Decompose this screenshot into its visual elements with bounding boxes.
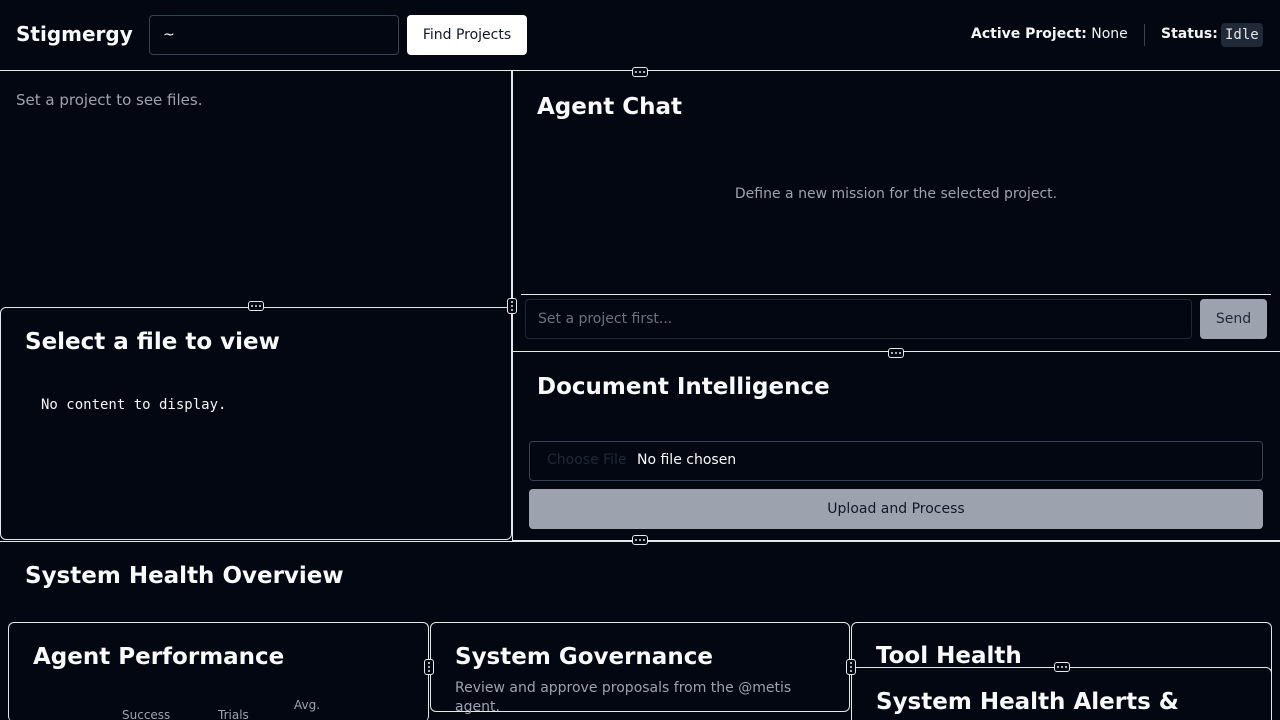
file-viewer-title: Select a file to view: [25, 329, 280, 355]
agent-chat-title: Agent Chat: [537, 94, 683, 120]
resize-handle-icon[interactable]: [632, 535, 648, 545]
agent-performance-title: Agent Performance: [33, 644, 285, 670]
status-badge: Idle: [1221, 23, 1263, 47]
file-list-empty-message: Set a project to see files.: [16, 91, 203, 109]
find-projects-button[interactable]: Find Projects: [407, 15, 527, 55]
header-divider: [1144, 24, 1145, 46]
column-header-avg: Avg.: [294, 698, 321, 712]
resize-handle-icon[interactable]: [248, 301, 264, 311]
tool-health-title: Tool Health: [876, 643, 1022, 669]
system-governance-title: System Governance: [455, 644, 713, 670]
choose-file-button[interactable]: Choose File: [547, 452, 627, 468]
active-project-value: None: [1091, 26, 1128, 42]
upload-and-process-button[interactable]: Upload and Process: [529, 489, 1263, 529]
status-indicator: Status:: [1161, 26, 1218, 42]
chat-message-input[interactable]: [525, 299, 1192, 339]
no-file-chosen-label: No file chosen: [637, 452, 737, 468]
resize-handle-icon[interactable]: [1054, 662, 1070, 672]
resize-handle-icon[interactable]: [632, 67, 648, 77]
active-project-label: Active Project:: [971, 26, 1087, 42]
active-project-indicator: Active Project: None: [971, 26, 1128, 42]
agent-performance-card: [8, 622, 429, 720]
agent-chat-hint: Define a new mission for the selected pr…: [734, 186, 1058, 202]
app-title: Stigmergy: [16, 22, 133, 46]
send-button[interactable]: Send: [1200, 299, 1267, 339]
file-viewer-content: No content to display.: [41, 397, 227, 413]
resize-handle-icon[interactable]: [846, 659, 856, 675]
column-header-success: Success: [122, 708, 171, 720]
document-intelligence-title: Document Intelligence: [537, 374, 830, 400]
column-header-trials: Trials: [218, 708, 249, 720]
status-label: Status:: [1161, 26, 1218, 42]
chat-input-separator: [521, 294, 1271, 295]
system-governance-description: Review and approve proposals from the @m…: [455, 680, 792, 715]
project-path-input[interactable]: [149, 15, 399, 55]
resize-handle-icon[interactable]: [424, 659, 434, 675]
resize-handle-icon[interactable]: [507, 298, 517, 314]
resize-handle-icon[interactable]: [888, 348, 904, 358]
system-health-title: System Health Overview: [25, 563, 344, 589]
system-health-alerts-title: System Health Alerts &: [876, 689, 1179, 715]
